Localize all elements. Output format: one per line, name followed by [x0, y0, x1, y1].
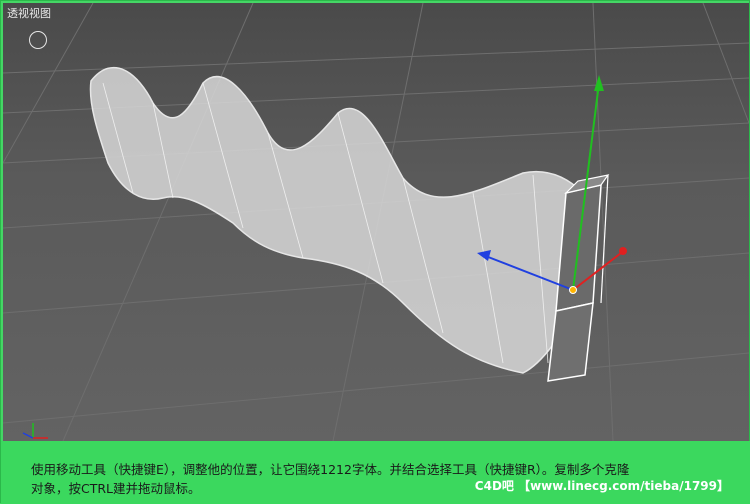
caption-line-1: 使用移动工具（快捷键E），调整他的位置，让它围绕1212字体。并结合选择工具（快… — [31, 462, 630, 477]
watermark-text: C4D吧 【www.linecg.com/tieba/1799】 — [474, 479, 729, 493]
spiral-object[interactable] — [89, 66, 584, 374]
perspective-viewport[interactable]: 透视视图 — [3, 3, 749, 441]
world-axis-indicator — [22, 423, 48, 439]
viewport-title: 透视视图 — [7, 7, 51, 20]
tutorial-caption: 使用移动工具（快捷键E），调整他的位置，让它围绕1212字体。并结合选择工具（快… — [1, 441, 750, 504]
viewport-scene — [3, 3, 749, 441]
navigation-circle-icon[interactable] — [29, 31, 47, 49]
screenshot-frame: 透视视图 使用移动工具（快捷键E），调整他的位置，让它围绕1212字体。并结合选… — [0, 0, 750, 504]
caption-line-2: 对象，按CTRL建并拖动鼠标。 — [31, 481, 201, 496]
